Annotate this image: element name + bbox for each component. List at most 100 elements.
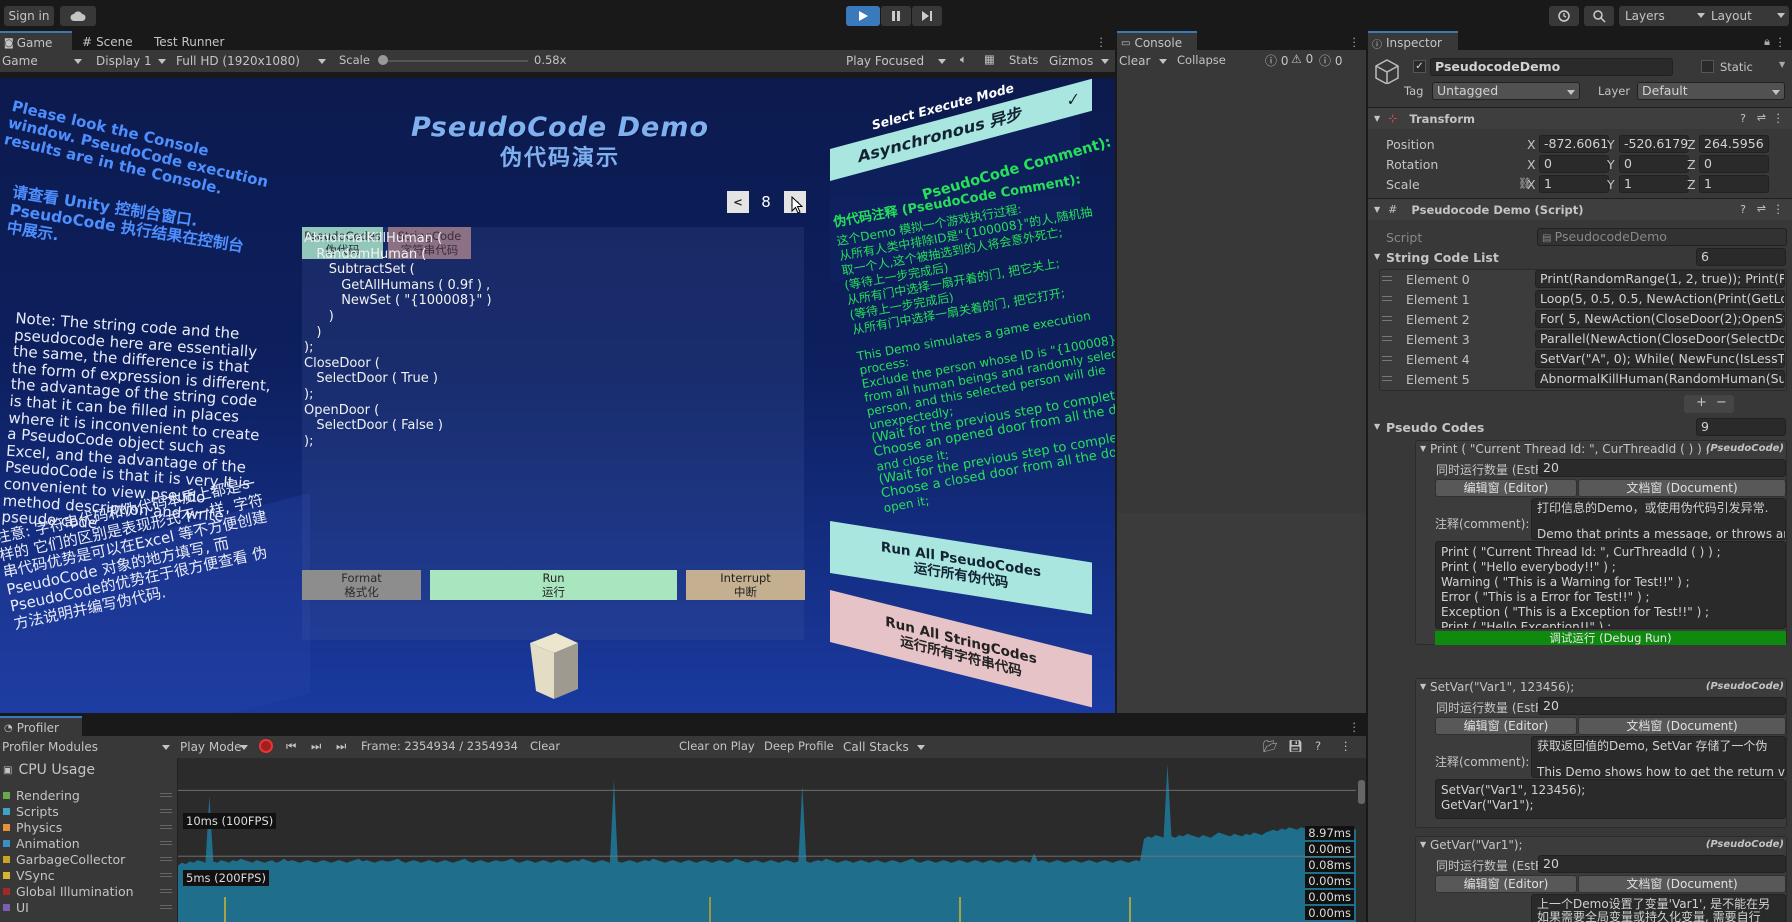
legend-drag-handle[interactable] bbox=[160, 889, 172, 893]
scrollbar-thumb[interactable] bbox=[1358, 780, 1365, 804]
drag-handle-icon[interactable] bbox=[1382, 316, 1392, 321]
document-button[interactable]: 文档窗 (Document) bbox=[1578, 479, 1786, 497]
search-button[interactable] bbox=[1584, 6, 1614, 26]
layer-dropdown[interactable]: Default bbox=[1637, 82, 1785, 100]
stats-button[interactable]: Stats bbox=[1009, 53, 1038, 67]
history-button[interactable] bbox=[1549, 6, 1579, 26]
legend-drag-handle[interactable] bbox=[160, 809, 172, 813]
string-code-count[interactable]: 6 bbox=[1696, 248, 1786, 266]
profiler-settings-icon[interactable]: ⋮ bbox=[1340, 739, 1352, 753]
static-dropdown-icon[interactable]: ▼ bbox=[1779, 60, 1785, 69]
more-icon[interactable]: ⋮ bbox=[1096, 35, 1108, 49]
element-value-field[interactable]: AbnormalKillHuman(RandomHuman(Sub bbox=[1535, 370, 1785, 388]
editor-button[interactable]: 编辑窗 (Editor) bbox=[1435, 875, 1577, 893]
legend-item[interactable]: Global Illumination bbox=[0, 883, 177, 899]
component-more-icon[interactable]: ⋮ bbox=[1773, 111, 1785, 125]
element-value-field[interactable]: SetVar("A", 0); While( NewFunc(IsLessTo bbox=[1535, 350, 1785, 368]
legend-item[interactable]: Animation bbox=[0, 835, 177, 851]
load-icon[interactable]: 📂︎ bbox=[1263, 739, 1278, 753]
collapse-button[interactable]: Collapse bbox=[1177, 53, 1226, 67]
cloud-button[interactable] bbox=[60, 6, 96, 26]
pos-z-field[interactable]: 264.5956 bbox=[1699, 135, 1769, 153]
scl-y-field[interactable]: 1 bbox=[1619, 175, 1689, 193]
editor-button[interactable]: 编辑窗 (Editor) bbox=[1435, 479, 1577, 497]
prev-page-button[interactable]: < bbox=[727, 191, 749, 213]
string-list-arrow-icon[interactable]: ▼ bbox=[1374, 252, 1380, 261]
console-more-icon[interactable]: ⋮ bbox=[1349, 35, 1361, 49]
legend-item[interactable]: UI bbox=[0, 899, 177, 915]
layers-dropdown[interactable]: Layers bbox=[1619, 6, 1709, 26]
grid-icon[interactable]: ▦ bbox=[984, 52, 995, 66]
profiler-modules-dropdown[interactable]: Profiler Modules bbox=[2, 738, 174, 756]
transform-header[interactable]: ▼ ⊹ Transform ? ⇌ ⋮ bbox=[1368, 107, 1792, 129]
pause-button[interactable] bbox=[881, 6, 911, 26]
preset-icon[interactable]: ⇌ bbox=[1757, 111, 1766, 124]
record-button[interactable] bbox=[259, 739, 273, 753]
interrupt-button[interactable]: Interrupt 中断 bbox=[686, 570, 805, 600]
component-more-icon[interactable]: ⋮ bbox=[1773, 202, 1785, 216]
remove-element-button[interactable]: − bbox=[1716, 395, 1727, 410]
element-value-field[interactable]: Print(RandomRange(1, 2, true)); Print(Ra… bbox=[1535, 270, 1785, 288]
tab-profiler[interactable]: ◔ Profiler bbox=[0, 716, 82, 738]
drag-handle-icon[interactable] bbox=[1382, 376, 1392, 381]
console-log-area[interactable] bbox=[1117, 72, 1366, 513]
first-frame-icon[interactable]: ⏮︎ bbox=[286, 739, 296, 754]
format-button[interactable]: Format 格式化 bbox=[302, 570, 421, 600]
display-dropdown[interactable]: Display 1 bbox=[96, 52, 170, 70]
pos-y-field[interactable]: -520.6179 bbox=[1619, 135, 1689, 153]
call-stacks-dropdown[interactable]: Call Stacks bbox=[843, 738, 929, 756]
scale-slider[interactable] bbox=[380, 60, 528, 62]
scl-x-field[interactable]: 1 bbox=[1539, 175, 1609, 193]
drag-handle-icon[interactable] bbox=[1382, 296, 1392, 301]
rot-z-field[interactable]: 0 bbox=[1699, 155, 1769, 173]
lock-icon[interactable]: 🔒︎ bbox=[1764, 35, 1770, 49]
comment-field[interactable]: 打印信息的Demo，或使用伪代码引发异常. Demo that prints a… bbox=[1531, 498, 1786, 540]
editor-button[interactable]: 编辑窗 (Editor) bbox=[1435, 717, 1577, 735]
pseudocode-1-code[interactable]: Print ( "Current Thread Id: ", CurThread… bbox=[1435, 541, 1786, 629]
object-name-field[interactable]: PseudocodeDemo bbox=[1430, 58, 1673, 76]
save-icon[interactable]: 💾︎ bbox=[1288, 739, 1303, 753]
next-frame-icon[interactable]: ⏭︎ bbox=[311, 739, 321, 754]
scale-slider-handle[interactable] bbox=[378, 55, 388, 65]
legend-drag-handle[interactable] bbox=[160, 905, 172, 909]
comment-field[interactable]: 获取返回值的Demo, SetVar 存储了一个伪 This Demo show… bbox=[1531, 736, 1786, 778]
play-focused-dropdown[interactable]: Play Focused bbox=[846, 52, 950, 70]
help-icon[interactable]: ? bbox=[1740, 112, 1746, 125]
element-value-field[interactable]: Parallel(NewAction(CloseDoor(SelectDo bbox=[1535, 330, 1785, 348]
help-icon[interactable]: ? bbox=[1740, 203, 1746, 216]
pos-x-field[interactable]: -872.6061 bbox=[1539, 135, 1609, 153]
gizmos-dropdown[interactable]: Gizmos bbox=[1049, 52, 1113, 70]
deep-profile-button[interactable]: Deep Profile bbox=[764, 739, 834, 753]
static-checkbox[interactable] bbox=[1701, 60, 1714, 73]
audio-icon[interactable]: 🔈︎ bbox=[960, 52, 967, 67]
last-frame-icon[interactable]: ⏭︎ bbox=[336, 739, 346, 754]
legend-drag-handle[interactable] bbox=[160, 825, 172, 829]
scl-z-field[interactable]: 1 bbox=[1699, 175, 1769, 193]
document-button[interactable]: 文档窗 (Document) bbox=[1578, 875, 1786, 893]
step-button[interactable] bbox=[912, 6, 942, 26]
rot-y-field[interactable]: 0 bbox=[1619, 155, 1689, 173]
legend-drag-handle[interactable] bbox=[160, 857, 172, 861]
cpu-chart[interactable]: 10ms (100FPS) 5ms (200FPS) 8.97ms 0.00ms 0… bbox=[178, 758, 1356, 922]
console-detail-area[interactable] bbox=[1117, 513, 1366, 713]
preset-icon[interactable]: ⇌ bbox=[1757, 202, 1766, 215]
pseudocode-2-code[interactable]: SetVar("Var1", 123456); GetVar("Var1"); bbox=[1435, 779, 1786, 819]
legend-item[interactable]: GarbageCollector bbox=[0, 851, 177, 867]
sign-in-button[interactable]: Sign in bbox=[4, 6, 54, 26]
debug-run-button[interactable]: 调试运行 (Debug Run) bbox=[1435, 631, 1786, 645]
comment-field[interactable]: 上一个Demo设置了变量'Var1', 是不能在另 如果需要全局变量或持久化变量… bbox=[1531, 894, 1786, 922]
rot-x-field[interactable]: 0 bbox=[1539, 155, 1609, 173]
legend-item[interactable]: VSync bbox=[0, 867, 177, 883]
element-value-field[interactable]: Loop(5, 0.5, 0.5, NewAction(Print(GetLo bbox=[1535, 290, 1785, 308]
legend-drag-handle[interactable] bbox=[160, 841, 172, 845]
pseudo-codes-count[interactable]: 9 bbox=[1696, 418, 1786, 436]
layout-dropdown[interactable]: Layout bbox=[1705, 6, 1789, 26]
concurrent-field[interactable]: 20 bbox=[1538, 459, 1786, 477]
info-count[interactable]: ⓘ 0 bbox=[1265, 52, 1288, 69]
script-component-header[interactable]: ▼ # Pseudocode Demo (Script) ? ⇌ ⋮ bbox=[1368, 198, 1792, 220]
game-mode-dropdown[interactable]: Game bbox=[2, 52, 86, 70]
inspector-more-icon[interactable]: ⋮ bbox=[1775, 35, 1787, 49]
play-button[interactable] bbox=[846, 6, 880, 26]
element-value-field[interactable]: For( 5, NewAction(CloseDoor(2);OpenStr bbox=[1535, 310, 1785, 328]
item-arrow-icon[interactable]: ▼ bbox=[1420, 444, 1426, 453]
